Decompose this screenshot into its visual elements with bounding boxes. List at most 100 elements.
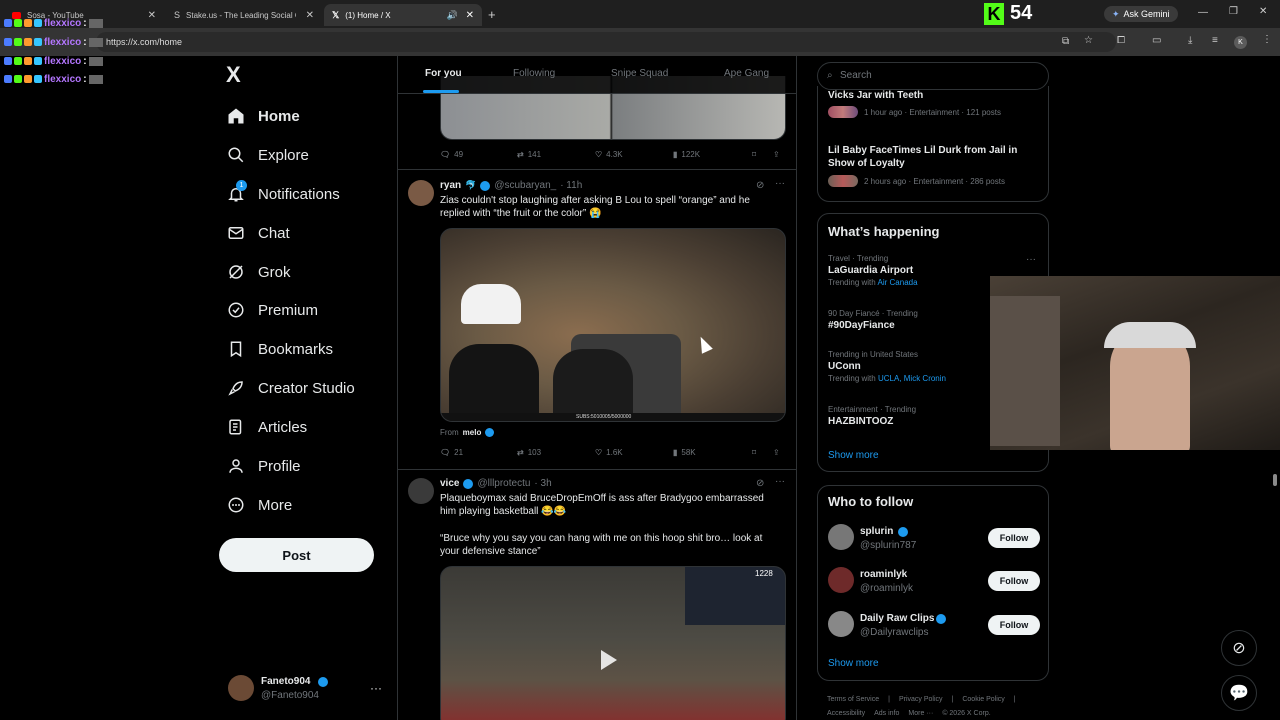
sidebar-item-bookmarks[interactable]: Bookmarks [226,333,333,365]
follow-button[interactable]: Follow [988,571,1040,591]
show-more-link[interactable]: Show more [828,450,879,461]
bookmark-star-icon[interactable]: ☆ [1084,35,1093,46]
trend-item[interactable]: Travel · Trending LaGuardia Airport Tren… [828,254,918,287]
author-name[interactable]: ryan [440,180,461,191]
tab-ape-gang[interactable]: Ape Gang [724,68,769,79]
sidebar-item-explore[interactable]: Explore [226,139,309,171]
like-button[interactable]: ♡ 1.6K [595,448,623,457]
post[interactable]: ryan 🐬 @scubaryan_ · 11h ⊘ ··· Zias coul… [398,170,796,470]
ask-gemini-button[interactable]: ✦ Ask Gemini [1104,6,1178,22]
like-count: 4.3K [606,150,623,159]
footer-link-accessibility[interactable]: Accessibility [827,710,865,717]
like-button[interactable]: ♡ 4.3K [595,150,623,159]
views-button[interactable]: ▮ 122K [673,150,700,159]
sidebar-item-grok[interactable]: Grok [226,256,291,288]
maximize-button[interactable]: ❐ [1229,6,1238,17]
trend-item[interactable]: Entertainment · Trending HAZBINTOOZ [828,405,916,427]
show-more-link[interactable]: Show more [828,658,879,669]
avatar[interactable] [408,478,434,504]
avatar[interactable] [408,180,434,206]
share-icon[interactable]: ⇪ [773,448,780,457]
footer-link-cookie[interactable]: Cookie Policy [962,696,1004,703]
share-icon[interactable]: ⇪ [773,150,780,159]
grok-icon[interactable]: ⊘ [756,180,764,191]
tab-snipe-squad[interactable]: Snipe Squad [611,68,668,79]
follow-button[interactable]: Follow [988,615,1040,635]
trend-item[interactable]: Lil Baby FaceTimes Lil Durk from Jail in… [828,144,1040,187]
sidebar-icon[interactable]: ▭ [1152,35,1161,46]
author-handle[interactable]: @scubaryan_ [494,180,556,191]
extensions-icon[interactable]: ⧠ [1117,35,1125,46]
download-icon[interactable]: ⤓ [1188,35,1192,46]
reply-button[interactable]: 🗨 49 [440,150,463,159]
bookmark-icon[interactable]: ⌑ [752,150,756,159]
play-icon[interactable] [601,650,617,670]
avatar [828,524,854,550]
new-tab-button[interactable]: + [488,7,496,22]
browser-tab-stake[interactable]: S Stake.us - The Leading Social C ✕ [166,4,322,26]
trend-item[interactable]: Vicks Jar with Teeth 1 hour ago · Entert… [828,90,1040,118]
from-user[interactable]: melo [463,428,482,437]
more-icon[interactable]: ··· [775,476,785,487]
messages-fab[interactable]: 💬 [1221,675,1257,711]
post-button[interactable]: Post [219,538,374,572]
window-close-button[interactable]: ✕ [1259,6,1267,17]
browser-tab-x[interactable]: 𝕏 (1) Home / X 🔊 ✕ [324,4,482,26]
footer-link-privacy[interactable]: Privacy Policy [899,696,943,703]
close-icon[interactable]: ✕ [306,10,314,21]
page-scrollbar[interactable] [1272,60,1278,720]
speaker-icon[interactable]: 🔊 [447,10,458,21]
reply-button[interactable]: 🗨 21 [440,448,463,457]
post-video[interactable]: 1228 [440,566,786,720]
author-handle[interactable]: @lllprotectu [477,478,530,489]
browser-menu-icon[interactable]: ⋮ [1262,34,1272,45]
install-app-icon[interactable]: ⧉ [1062,36,1069,47]
post-time[interactable]: · 3h [534,478,551,489]
trend-item[interactable]: 90 Day Fiancé · Trending #90DayFiance [828,309,918,331]
x-logo[interactable]: X [226,62,241,88]
account-more-icon[interactable]: ··· [370,681,382,695]
close-icon[interactable]: ✕ [148,10,156,21]
sidebar-item-notifications[interactable]: 1 Notifications [226,178,340,210]
tab-for-you[interactable]: For you [425,68,462,79]
tab-following[interactable]: Following [513,68,555,79]
sidebar-item-articles[interactable]: Articles [226,411,307,443]
media-control-icon[interactable]: ≡ [1212,35,1218,46]
sidebar-item-profile[interactable]: Profile [226,450,301,482]
profile-avatar[interactable]: K [1234,36,1247,49]
sidebar-item-creator-studio[interactable]: Creator Studio [226,372,355,404]
more-icon[interactable]: ··· [775,178,785,189]
footer-link-more[interactable]: More ··· [908,710,933,717]
post-time[interactable]: · 11h [560,180,582,191]
trend-with-link[interactable]: UCLA, Mick Cronin [878,374,946,383]
follow-suggestion[interactable]: splurin @splurin787 Follow [828,522,1040,554]
views-button[interactable]: ▮ 58K [673,448,696,457]
trend-meta: 2 hours ago · Entertainment · 286 posts [864,176,1005,186]
footer-link-ads[interactable]: Ads info [874,710,899,717]
follow-suggestion[interactable]: Daily Raw Clips @Dailyrawclips Follow [828,609,1040,641]
follow-suggestion[interactable]: roaminlyk @roaminlyk Follow [828,565,1040,597]
grok-fab[interactable]: ⊘ [1221,630,1257,666]
post[interactable]: vice @lllprotectu · 3h ⊘ ··· Plaqueboyma… [398,470,796,720]
grok-icon[interactable]: ⊘ [756,478,764,489]
minimize-button[interactable]: — [1198,7,1208,18]
sidebar-item-chat[interactable]: Chat [226,217,290,249]
follow-button[interactable]: Follow [988,528,1040,548]
account-switcher[interactable]: Faneto904 @Faneto904 ··· [226,673,386,707]
trend-item[interactable]: Trending in United States UConn Trending… [828,350,946,383]
sidebar-item-home[interactable]: Home [226,100,300,132]
avatar-stack [828,106,858,118]
more-icon[interactable]: ··· [1026,254,1036,265]
sidebar-item-premium[interactable]: Premium [226,294,318,326]
footer-link-terms[interactable]: Terms of Service [827,696,879,703]
close-icon[interactable]: ✕ [466,10,474,21]
bookmark-icon[interactable]: ⌑ [752,448,756,457]
address-bar[interactable]: https://x.com/home [96,32,1116,52]
sidebar-item-more[interactable]: More [226,489,292,521]
post-video[interactable]: SUBS:5010005/5000000 [440,228,786,422]
repost-button[interactable]: ⇄ 141 [517,150,541,159]
trend-with-link[interactable]: Air Canada [878,278,918,287]
author-name[interactable]: vice [440,478,459,489]
scrollbar-thumb[interactable] [1273,474,1277,486]
repost-button[interactable]: ⇄ 103 [517,448,541,457]
